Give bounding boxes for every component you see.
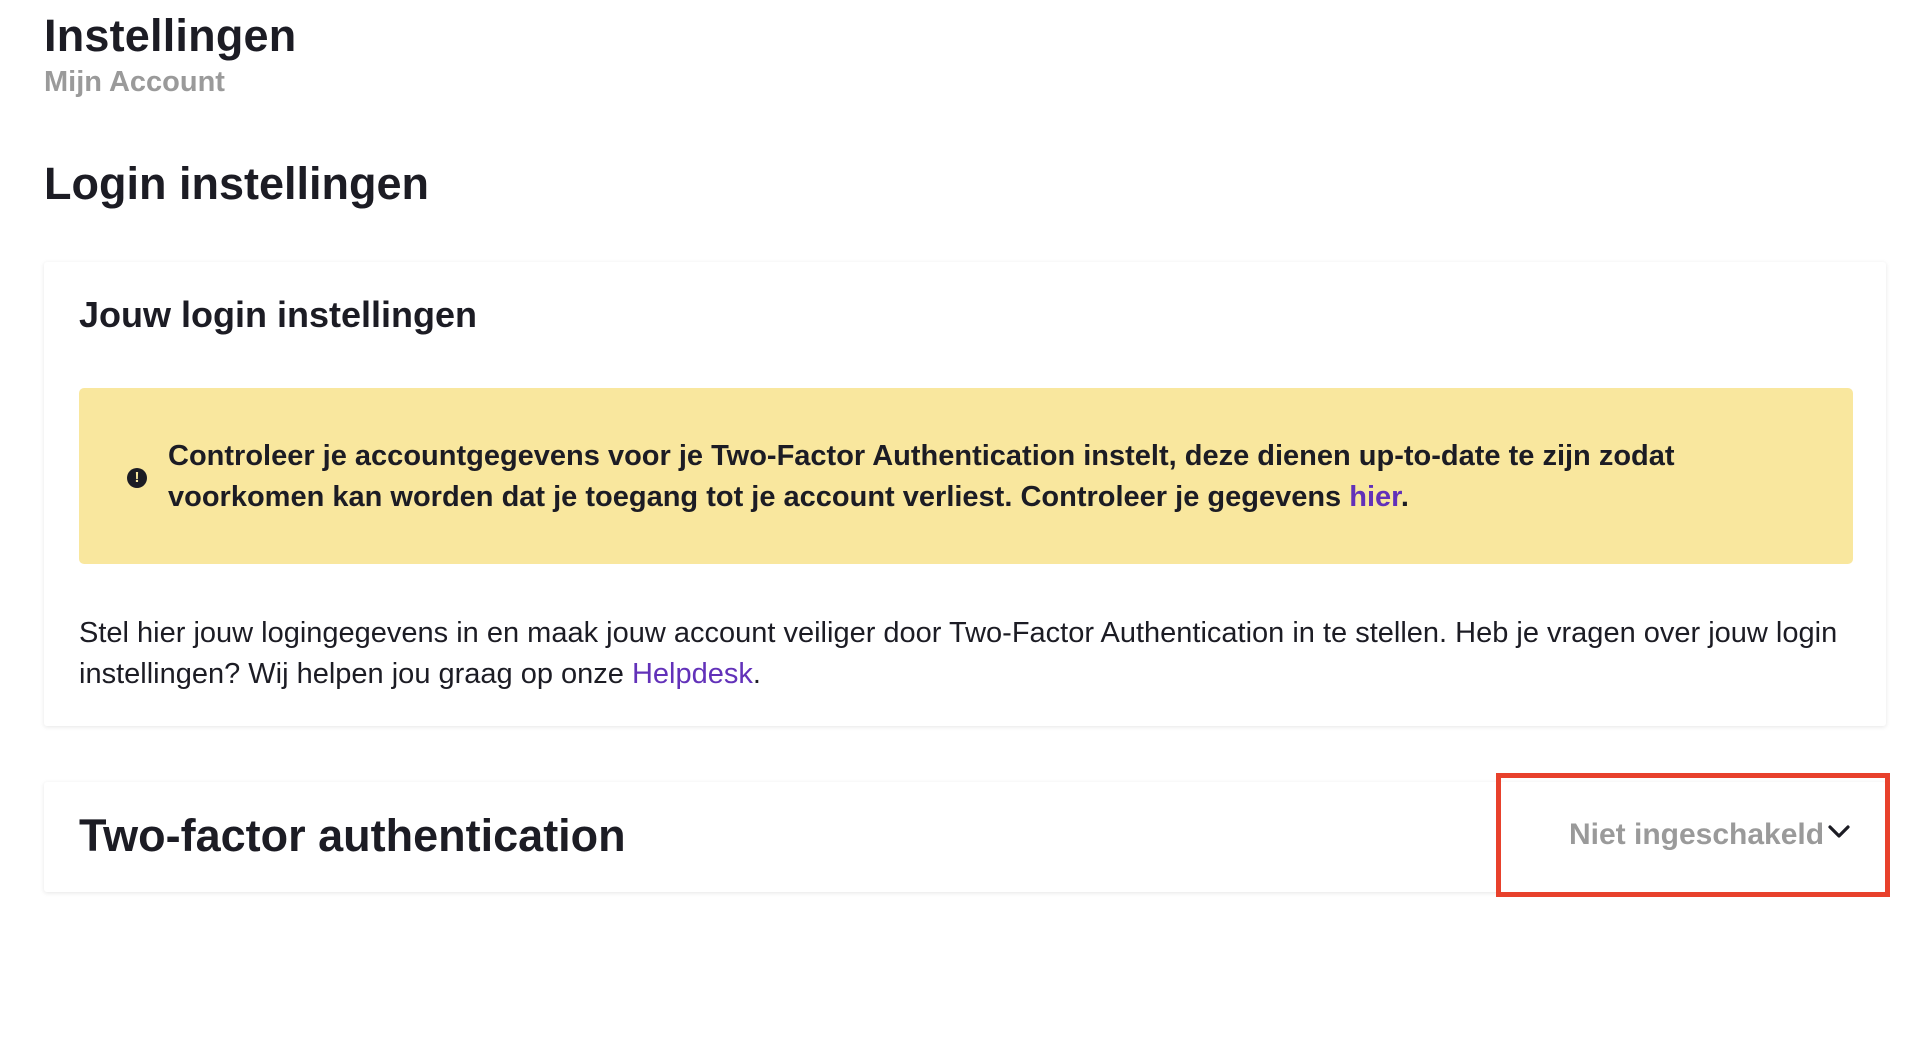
exclamation-circle-icon: ! — [127, 468, 147, 488]
two-factor-title: Two-factor authentication — [79, 810, 626, 861]
warning-alert: ! Controleer je accountgegevens voor je … — [79, 388, 1853, 564]
two-factor-status-dropdown[interactable]: Niet ingeschakeld — [1542, 782, 1886, 892]
check-details-link[interactable]: hier — [1349, 481, 1401, 513]
page-title: Instellingen — [44, 10, 297, 61]
login-settings-card: Jouw login instellingen ! Controleer je … — [44, 262, 1886, 726]
settings-page: Instellingen Mijn Account Login instelli… — [0, 0, 1922, 1056]
alert-text: Controleer je accountgegevens voor je Tw… — [168, 436, 1828, 518]
two-factor-status: Niet ingeschakeld — [1569, 818, 1825, 851]
card-heading: Jouw login instellingen — [79, 294, 478, 335]
description-text-end: . — [752, 658, 761, 690]
card-description: Stel hier jouw logingegevens in en maak … — [79, 613, 1839, 695]
chevron-down-icon — [1828, 825, 1850, 838]
section-title: Login instellingen — [44, 158, 429, 209]
two-factor-card: Two-factor authentication Niet ingeschak… — [44, 782, 1886, 892]
page-subtitle: Mijn Account — [44, 66, 225, 98]
alert-message-end: . — [1400, 481, 1409, 513]
alert-message: Controleer je accountgegevens voor je Tw… — [168, 440, 1675, 513]
helpdesk-link[interactable]: Helpdesk — [632, 658, 753, 690]
description-text: Stel hier jouw logingegevens in en maak … — [79, 617, 1838, 690]
